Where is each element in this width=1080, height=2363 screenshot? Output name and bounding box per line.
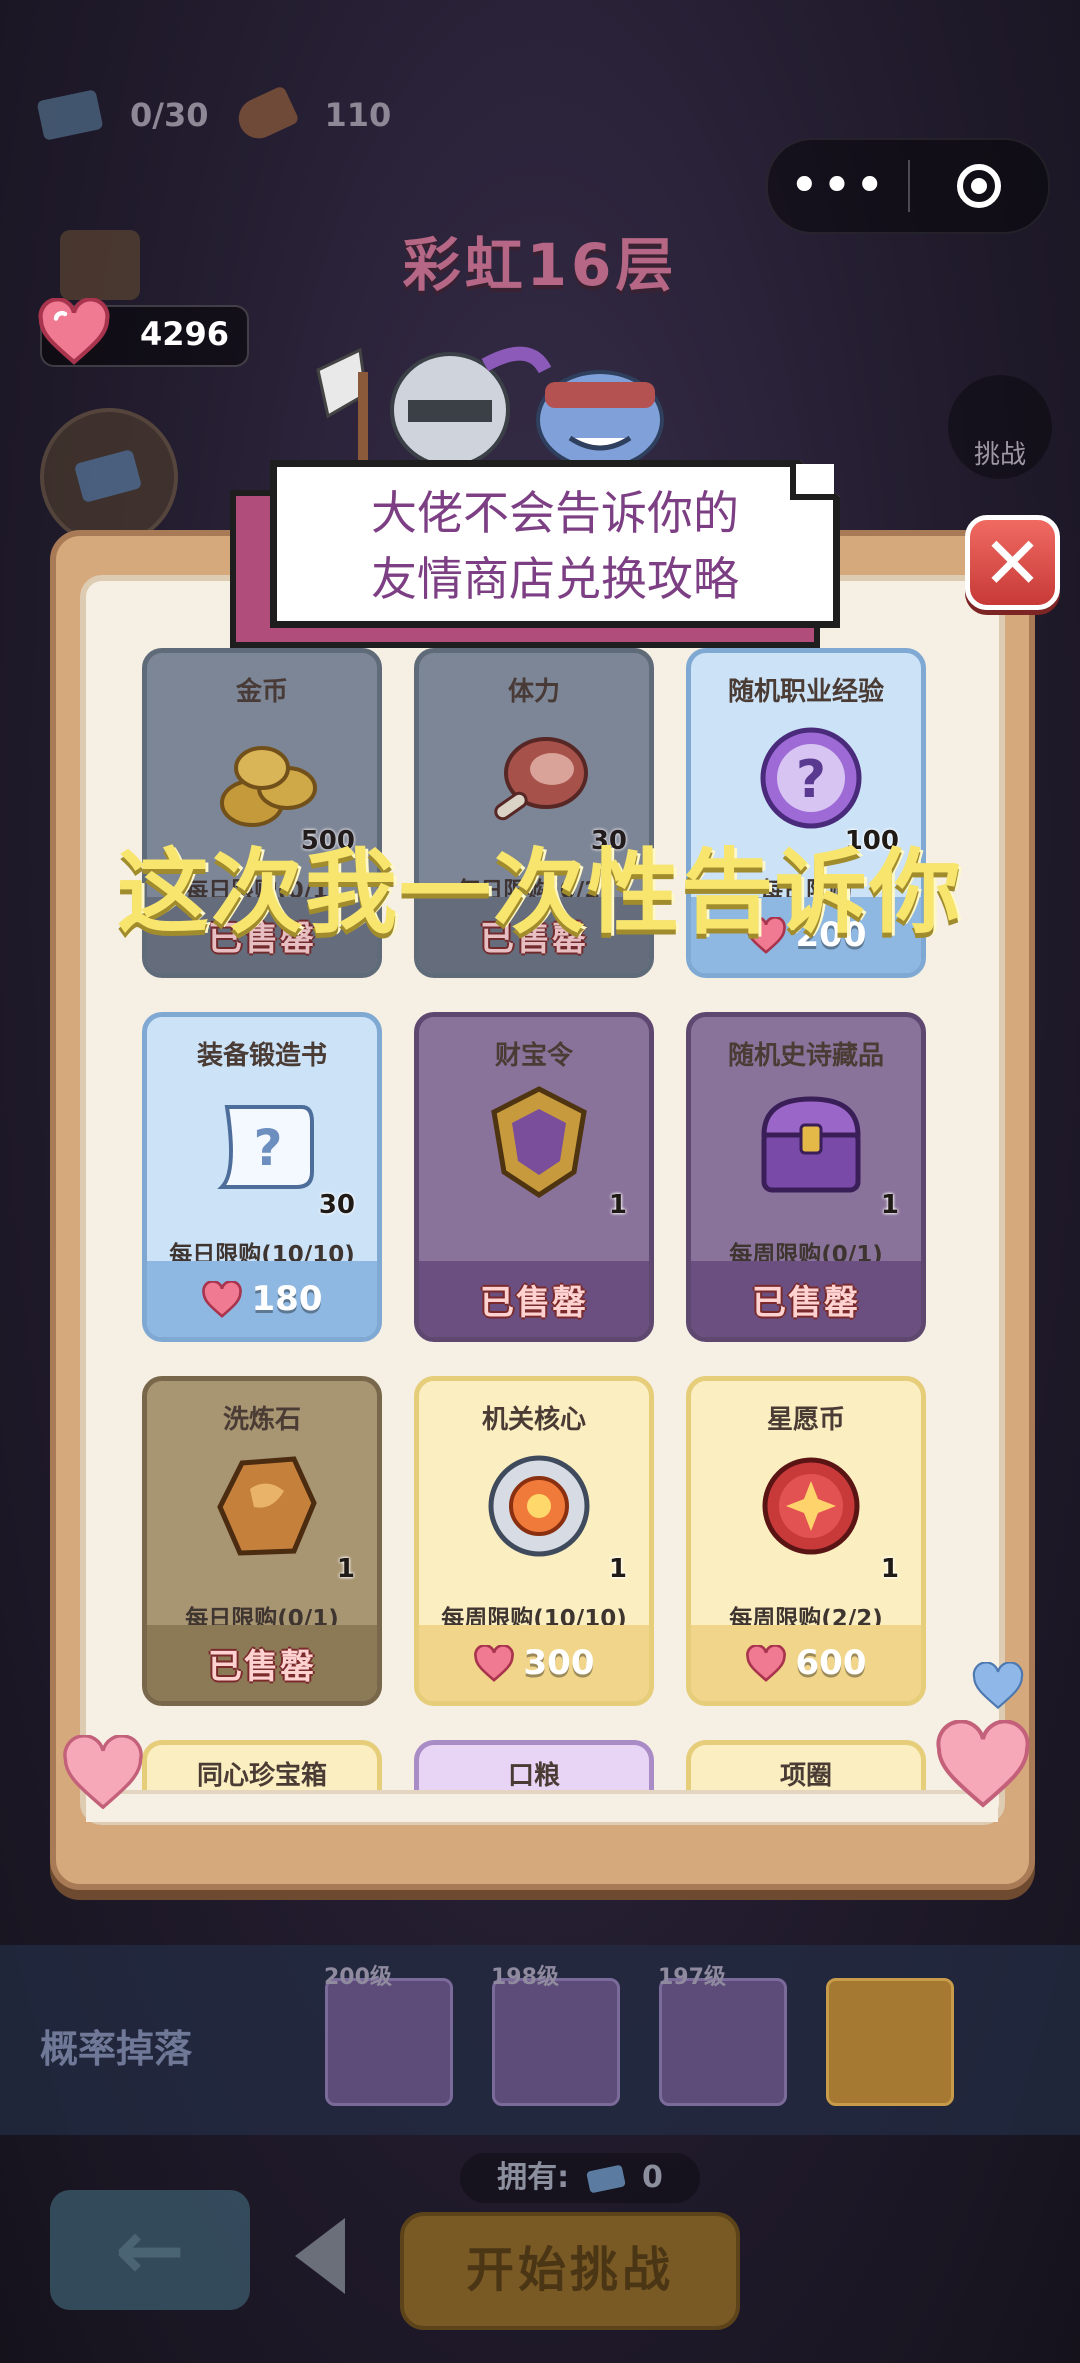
- shop-item-card[interactable]: 随机史诗藏品 1 每周限购(0/1) 已售罄: [686, 1012, 926, 1342]
- svg-text:?: ?: [796, 750, 826, 810]
- item-qty: 1: [608, 1554, 627, 1584]
- heart-icon: [38, 298, 110, 365]
- shop-item-card[interactable]: 星愿币 1 每周限购(2/2) 600: [686, 1376, 926, 1706]
- sold-out-label: 已售罄: [208, 1646, 316, 1687]
- prev-arrow-icon[interactable]: [295, 2218, 345, 2294]
- decor-heart-icon: [972, 1662, 1024, 1710]
- sold-out-bar: 已售罄: [691, 1261, 921, 1337]
- sold-out-label: 已售罄: [752, 1282, 860, 1323]
- own-value: 0: [642, 2160, 663, 2195]
- friend-shop-icon[interactable]: [60, 230, 140, 300]
- item-price: 300: [523, 1643, 595, 1683]
- challenge-side-button[interactable]: 挑战: [948, 375, 1052, 479]
- item-qty: 1: [608, 1190, 627, 1220]
- drop-chest[interactable]: [826, 1978, 954, 2106]
- item-name: 机关核心: [481, 1405, 586, 1435]
- buy-button[interactable]: 180: [147, 1261, 377, 1337]
- item-price: 600: [795, 1643, 867, 1683]
- item-qty: 1: [336, 1554, 355, 1584]
- drop-chest[interactable]: 198级: [491, 1965, 620, 2106]
- close-x-icon: ✕: [982, 520, 1043, 605]
- overlay-caption: 这次我一次性告诉你: [116, 839, 963, 946]
- decor-heart-icon: [63, 1735, 143, 1810]
- stamina-count: 110: [324, 96, 392, 134]
- mechanism-core-icon: [488, 1455, 590, 1557]
- chest-level: 200级: [324, 1965, 392, 1990]
- own-label: 拥有:: [497, 2160, 570, 2195]
- shop-item-card[interactable]: 洗炼石 1 每日限购(0/1) 已售罄: [142, 1376, 382, 1706]
- start-challenge-button[interactable]: 开始挑战: [400, 2212, 740, 2330]
- star-wish-coin-icon: [762, 1457, 860, 1555]
- start-challenge-label: 开始挑战: [465, 2242, 674, 2298]
- item-name: 财宝令: [494, 1041, 573, 1071]
- drop-label: 概率掉落: [40, 2027, 193, 2071]
- shop-item-card[interactable]: 口粮: [414, 1740, 654, 1790]
- item-name: 星愿币: [766, 1405, 845, 1435]
- item-name: 金币: [235, 677, 288, 707]
- item-name: 洗炼石: [222, 1405, 301, 1435]
- treasure-token-icon: [491, 1086, 587, 1198]
- hero-characters: [316, 346, 664, 470]
- drop-chest[interactable]: 197级: [658, 1965, 787, 2106]
- mystery-scroll-icon: ?: [217, 1105, 314, 1189]
- top-resource-bar: 0/30 110: [36, 85, 392, 145]
- banner-line-2: 友情商店兑换攻略: [371, 552, 739, 606]
- heart-count-value: 4296: [139, 315, 229, 353]
- heart-icon: [745, 1644, 786, 1682]
- coupon-button[interactable]: [40, 408, 178, 546]
- decor-heart-icon: [936, 1720, 1030, 1808]
- sold-out-bar: 已售罄: [147, 1625, 377, 1701]
- chest-level: 198级: [491, 1965, 559, 1990]
- scroll-bottom-edge: [86, 1790, 998, 1822]
- item-name: 同心珍宝箱: [196, 1761, 327, 1790]
- heart-icon: [201, 1280, 242, 1318]
- banner-title: 大佬不会告诉你的 友情商店兑换攻略: [270, 480, 840, 612]
- ticket-icon: [36, 89, 104, 141]
- item-name: 体力: [507, 677, 560, 707]
- chest-level: 197级: [658, 1965, 726, 1990]
- ticket-count: 0/30: [130, 96, 209, 134]
- modal-close-button[interactable]: ✕: [965, 515, 1060, 610]
- epic-chest-icon: [761, 1096, 861, 1193]
- challenge-side-label: 挑战: [973, 440, 1026, 470]
- item-qty: 30: [318, 1190, 355, 1220]
- item-qty: 1: [880, 1554, 899, 1584]
- banner-line-1: 大佬不会告诉你的: [371, 486, 739, 540]
- item-name: 随机史诗藏品: [727, 1041, 884, 1071]
- back-arrow-icon: ←: [114, 2201, 186, 2299]
- item-name: 口粮: [507, 1761, 560, 1790]
- item-name: 装备锻造书: [196, 1041, 327, 1071]
- buy-button[interactable]: 300: [419, 1625, 649, 1701]
- owned-tickets: 拥有: 0: [460, 2153, 700, 2203]
- shop-item-card[interactable]: 装备锻造书 ? 30 每日限购(10/10) 180: [142, 1012, 382, 1342]
- shop-item-card[interactable]: 机关核心 1 每周限购(10/10) 300: [414, 1376, 654, 1706]
- item-qty: 1: [880, 1190, 899, 1220]
- drop-chest[interactable]: 200级: [324, 1965, 453, 2106]
- ticket-icon: [585, 2163, 626, 2194]
- item-name: 项圈: [779, 1761, 832, 1790]
- back-button[interactable]: ←: [50, 2190, 250, 2310]
- item-name: 随机职业经验: [727, 677, 884, 707]
- shop-item-card[interactable]: 项圈: [686, 1740, 926, 1790]
- shop-item-card[interactable]: 财宝令 1 已售罄: [414, 1012, 654, 1342]
- target-circle-icon: [957, 164, 1001, 208]
- refining-stone-icon: [217, 1456, 317, 1556]
- heart-icon: [473, 1644, 514, 1682]
- sold-out-bar: 已售罄: [419, 1261, 649, 1337]
- more-dots-icon[interactable]: •••: [768, 160, 908, 212]
- item-price: 180: [251, 1279, 323, 1319]
- sold-out-label: 已售罄: [480, 1282, 588, 1323]
- shop-item-card[interactable]: 同心珍宝箱: [142, 1740, 382, 1790]
- stamina-icon: [232, 85, 301, 145]
- svg-text:?: ?: [253, 1119, 282, 1177]
- floor-title: 彩虹16层: [402, 231, 678, 299]
- miniapp-close-button[interactable]: [910, 164, 1048, 208]
- buy-button[interactable]: 600: [691, 1625, 921, 1701]
